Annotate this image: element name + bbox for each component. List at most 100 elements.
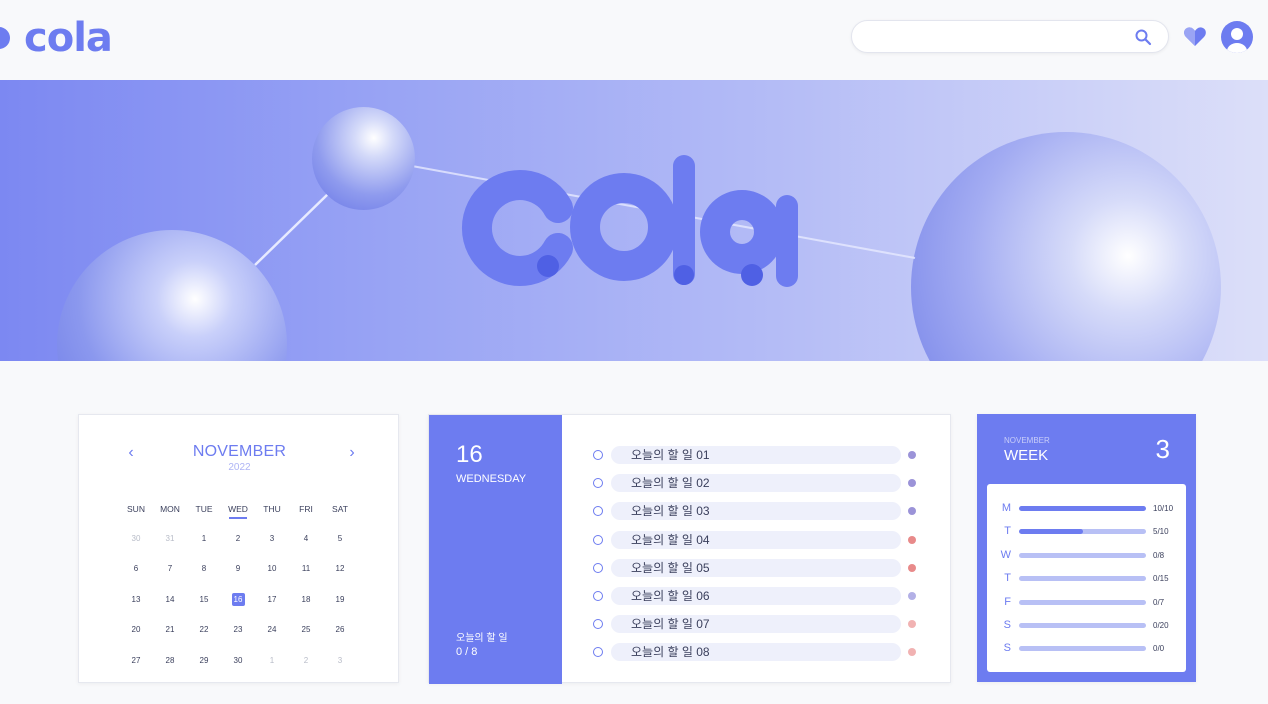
week-day-letter: W — [1000, 549, 1011, 561]
calendar-week: 13 14 15 16 17 18 19 — [119, 584, 357, 615]
todo-checkbox[interactable] — [593, 591, 603, 602]
week-day-letter: S — [1003, 642, 1011, 654]
calendar-week: 20 21 22 23 24 25 26 — [119, 615, 357, 646]
calendar-widget: ‹ NOVEMBER 2022 › SUN MON TUE WED THU FR… — [78, 414, 399, 683]
header: cola — [0, 0, 1268, 80]
search-bar — [851, 20, 1169, 53]
todo-item-text[interactable]: 오늘의 할 일 01 — [611, 446, 901, 465]
calendar-day[interactable]: 29 — [187, 656, 221, 665]
calendar-day[interactable]: 19 — [323, 595, 357, 604]
todo-item-text[interactable]: 오늘의 할 일 06 — [611, 587, 901, 606]
calendar-day[interactable]: 30 — [119, 534, 153, 543]
calendar-day[interactable]: 8 — [187, 564, 221, 573]
todo-priority-dot — [908, 451, 916, 460]
todo-item: 오늘의 할 일 04 — [593, 526, 923, 554]
todo-item-text[interactable]: 오늘의 할 일 03 — [611, 502, 901, 521]
calendar-week: 27 28 29 30 1 2 3 — [119, 645, 357, 676]
weekday-label: SUN — [127, 504, 145, 514]
todo-checkbox[interactable] — [593, 647, 603, 658]
calendar-day[interactable]: 1 — [255, 656, 289, 665]
progress-fill — [1019, 528, 1083, 534]
todo-checkbox[interactable] — [593, 450, 603, 461]
logo-text: cola — [24, 15, 113, 61]
weekday-label-active: WED — [221, 504, 255, 519]
todo-date-panel: 16 WEDNESDAY 오늘의 할 일 0 / 8 — [429, 415, 562, 684]
banner-logo — [461, 155, 798, 287]
todo-checkbox[interactable] — [593, 506, 603, 517]
week-day-count: 5/10 — [1153, 526, 1169, 536]
weekday-header: SUN MON TUE WED THU FRI SAT — [119, 495, 357, 523]
calendar-day[interactable]: 4 — [289, 534, 323, 543]
calendar-day[interactable]: 3 — [255, 534, 289, 543]
week-day-row: T 0/15 — [987, 571, 1186, 585]
avatar[interactable] — [1221, 21, 1253, 53]
todo-progress-value: 0 / 8 — [456, 646, 478, 658]
calendar-day[interactable]: 7 — [153, 564, 187, 573]
calendar-day[interactable]: 28 — [153, 656, 187, 665]
todo-day-number: 16 — [456, 441, 483, 468]
week-day-row: M 10/10 — [987, 501, 1186, 515]
calendar-day[interactable]: 1 — [187, 534, 221, 543]
calendar-day[interactable]: 20 — [119, 625, 153, 634]
calendar-day[interactable]: 17 — [255, 595, 289, 604]
calendar-day[interactable]: 22 — [187, 625, 221, 634]
chevron-right-icon[interactable]: › — [345, 445, 359, 461]
todo-item-text[interactable]: 오늘의 할 일 07 — [611, 615, 901, 634]
week-day-count: 0/0 — [1153, 643, 1165, 653]
todo-item-text[interactable]: 오늘의 할 일 08 — [611, 643, 901, 662]
todo-checkbox[interactable] — [593, 619, 603, 630]
calendar-day[interactable]: 30 — [221, 656, 255, 665]
todo-item: 오늘의 할 일 06 — [593, 582, 923, 610]
calendar-day[interactable]: 31 — [153, 534, 187, 543]
search-input[interactable] — [868, 21, 1128, 52]
todo-checkbox[interactable] — [593, 478, 603, 489]
weekday-label: THU — [263, 504, 281, 514]
todo-checkbox[interactable] — [593, 562, 603, 573]
week-day-letter: T — [1004, 525, 1011, 537]
todo-priority-dot — [908, 535, 916, 544]
todo-weekday: WEDNESDAY — [456, 473, 527, 485]
todo-item-text[interactable]: 오늘의 할 일 05 — [611, 558, 901, 577]
week-month: NOVEMBER — [1004, 436, 1050, 445]
calendar-day[interactable]: 3 — [323, 656, 357, 665]
week-progress-widget: NOVEMBER WEEK 3 M 10/10 T 5/10 W 0/8 T 0… — [977, 414, 1196, 682]
calendar-day[interactable]: 15 — [187, 595, 221, 604]
calendar-day[interactable]: 14 — [153, 595, 187, 604]
week-day-count: 0/20 — [1153, 620, 1169, 630]
calendar-day[interactable]: 10 — [255, 564, 289, 573]
todo-progress-label: 오늘의 할 일 — [456, 633, 508, 644]
week-day-count: 0/15 — [1153, 573, 1169, 583]
week-day-count: 0/7 — [1153, 597, 1165, 607]
calendar-day[interactable]: 2 — [289, 656, 323, 665]
calendar-day-today[interactable]: 16 — [221, 592, 255, 606]
calendar-year: 2022 — [228, 462, 251, 473]
calendar-day[interactable]: 12 — [323, 564, 357, 573]
logo[interactable]: cola — [0, 15, 113, 61]
todo-item-text[interactable]: 오늘의 할 일 04 — [611, 530, 901, 549]
logo-mark — [0, 27, 10, 49]
todo-priority-dot — [908, 620, 916, 629]
calendar-day[interactable]: 9 — [221, 564, 255, 573]
calendar-day[interactable]: 27 — [119, 656, 153, 665]
todo-item: 오늘의 할 일 03 — [593, 497, 923, 525]
week-number: 3 — [1155, 434, 1170, 464]
calendar-day[interactable]: 13 — [119, 595, 153, 604]
weekday-label: FRI — [299, 504, 313, 514]
search-icon[interactable] — [1134, 28, 1152, 46]
calendar-day[interactable]: 26 — [323, 625, 357, 634]
todo-item-text[interactable]: 오늘의 할 일 02 — [611, 474, 901, 493]
calendar-day[interactable]: 2 — [221, 534, 255, 543]
todo-priority-dot — [908, 479, 916, 488]
calendar-day[interactable]: 6 — [119, 564, 153, 573]
calendar-day[interactable]: 24 — [255, 625, 289, 634]
calendar-day[interactable]: 23 — [221, 625, 255, 634]
todo-checkbox[interactable] — [593, 534, 603, 545]
calendar-day[interactable]: 5 — [323, 534, 357, 543]
calendar-day[interactable]: 18 — [289, 595, 323, 604]
calendar-day[interactable]: 21 — [153, 625, 187, 634]
heart-icon[interactable] — [1183, 25, 1207, 47]
progress-track — [1019, 575, 1146, 581]
calendar-day[interactable]: 25 — [289, 625, 323, 634]
calendar-day[interactable]: 11 — [289, 564, 323, 573]
weekday-label: SAT — [332, 504, 348, 514]
